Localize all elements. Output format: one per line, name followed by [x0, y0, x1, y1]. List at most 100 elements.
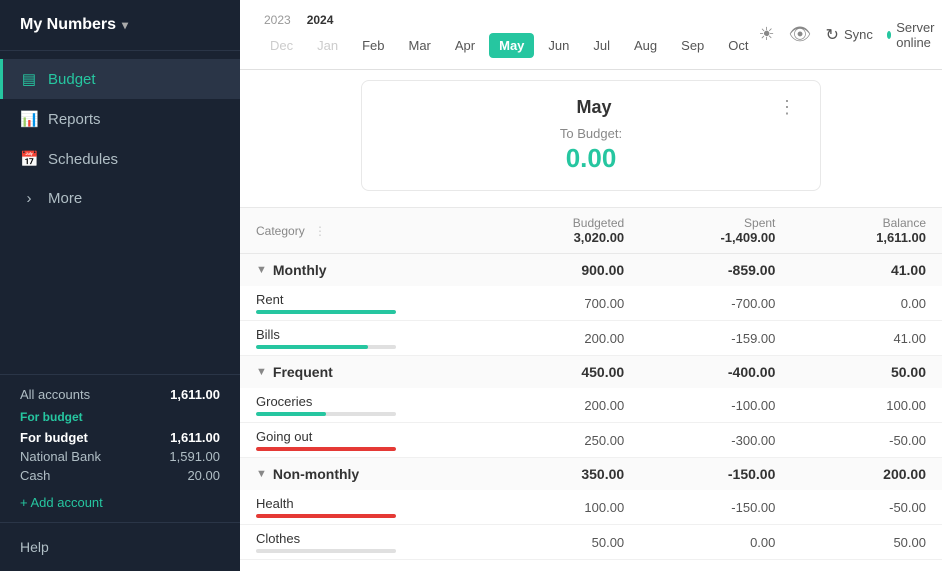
account-row-cash[interactable]: Cash 20.00 [20, 466, 220, 485]
group-budgeted-non-monthly: 350.00 [489, 458, 640, 491]
category-name: Clothes [256, 531, 473, 546]
month-tab-aug[interactable]: Aug [624, 33, 667, 58]
for-budget-label: For budget [20, 410, 220, 424]
server-status-dot [887, 31, 891, 39]
month-tab-may[interactable]: May [489, 33, 534, 58]
col-header-spent: Spent -1,409.00 [640, 208, 791, 254]
group-row-frequent[interactable]: ▼ Frequent 450.00 -400.00 50.00 [240, 356, 942, 389]
reports-icon: 📊 [20, 110, 38, 128]
group-label-non-monthly: Non-monthly [273, 466, 359, 482]
sidebar-item-reports[interactable]: 📊 Reports [0, 99, 240, 139]
col-header-category: Category ⋮ [240, 208, 489, 254]
progress-bar-fill [256, 412, 326, 416]
group-toggle-frequent[interactable]: ▼ [256, 366, 267, 378]
category-budgeted: 700.00 [489, 286, 640, 321]
sidebar-nav: ▤ Budget 📊 Reports 📅 Schedules › More [0, 51, 240, 374]
group-label-monthly: Monthly [273, 262, 327, 278]
sidebar-item-more[interactable]: › More [0, 179, 240, 218]
group-row-monthly[interactable]: ▼ Monthly 900.00 -859.00 41.00 [240, 254, 942, 287]
category-name: Going out [256, 429, 473, 444]
topbar-right: ☀ 👁 ↻ Sync Server online [759, 20, 939, 50]
sync-label: Sync [844, 27, 873, 42]
accounts-header: All accounts 1,611.00 [20, 387, 220, 402]
category-spent: -700.00 [640, 286, 791, 321]
month-tab-oct[interactable]: Oct [718, 33, 758, 58]
year-tabs: 2023 2024 [260, 11, 759, 29]
add-account-button[interactable]: + Add account [20, 495, 220, 510]
progress-bar [256, 412, 396, 416]
budget-icon: ▤ [20, 70, 38, 88]
category-cell-rent: Rent [240, 286, 489, 321]
category-budgeted: 50.00 [489, 525, 640, 560]
settings-icon[interactable]: ☀ [759, 24, 775, 45]
category-spent: -159.00 [640, 321, 791, 356]
category-budgeted: 200.00 [489, 388, 640, 423]
sidebar-item-budget-label: Budget [48, 71, 96, 88]
month-tab-jun[interactable]: Jun [538, 33, 579, 58]
help-link[interactable]: Help [20, 539, 49, 555]
category-cell-clothes: Clothes [240, 525, 489, 560]
category-balance: 41.00 [791, 321, 942, 356]
category-row-bills[interactable]: Bills 200.00 -159.00 41.00 [240, 321, 942, 356]
col-spent-total: -1,409.00 [656, 230, 775, 245]
may-card-menu-icon[interactable]: ⋮ [778, 97, 796, 118]
main-content: 2023 2024 Dec Jan Feb Mar Apr May Jun Ju… [240, 0, 942, 571]
for-budget-row-total: 1,611.00 [170, 430, 220, 445]
may-card-budget-value: 0.00 [566, 143, 617, 174]
category-balance: -50.00 [791, 423, 942, 458]
group-row-non-monthly[interactable]: ▼ Non-monthly 350.00 -150.00 200.00 [240, 458, 942, 491]
category-options-icon[interactable]: ⋮ [314, 224, 326, 238]
progress-bar-fill [256, 310, 396, 314]
category-budgeted: 100.00 [489, 490, 640, 525]
app-name-label: My Numbers [20, 16, 116, 34]
for-budget-row: For budget 1,611.00 [20, 428, 220, 447]
group-spent-monthly: -859.00 [640, 254, 791, 287]
col-budgeted-label: Budgeted [573, 216, 624, 230]
sidebar-item-budget[interactable]: ▤ Budget [0, 59, 240, 99]
schedules-icon: 📅 [20, 150, 38, 168]
category-cell-going-out: Going out [240, 423, 489, 458]
col-header-balance: Balance 1,611.00 [791, 208, 942, 254]
category-row-groceries[interactable]: Groceries 200.00 -100.00 100.00 [240, 388, 942, 423]
budget-table-container: Category ⋮ Budgeted 3,020.00 Spent -1,40… [240, 208, 942, 571]
year-tab-2023[interactable]: 2023 [260, 11, 295, 29]
group-balance-non-monthly: 200.00 [791, 458, 942, 491]
category-row-clothes[interactable]: Clothes 50.00 0.00 50.00 [240, 525, 942, 560]
category-row-rent[interactable]: Rent 700.00 -700.00 0.00 [240, 286, 942, 321]
category-budgeted: 250.00 [489, 423, 640, 458]
may-card: May ⋮ To Budget: 0.00 [361, 80, 821, 191]
category-row-going-out[interactable]: Going out 250.00 -300.00 -50.00 [240, 423, 942, 458]
account-row-national-bank[interactable]: National Bank 1,591.00 [20, 447, 220, 466]
month-tab-feb[interactable]: Feb [352, 33, 394, 58]
month-tab-jan: Jan [307, 33, 348, 58]
group-toggle-monthly[interactable]: ▼ [256, 264, 267, 276]
year-tab-2024[interactable]: 2024 [303, 11, 338, 29]
month-tab-apr[interactable]: Apr [445, 33, 485, 58]
category-spent: -150.00 [640, 490, 791, 525]
month-tab-sep[interactable]: Sep [671, 33, 714, 58]
category-row-health[interactable]: Health 100.00 -150.00 -50.00 [240, 490, 942, 525]
col-category-label: Category [256, 224, 305, 238]
server-status-label: Server online [896, 20, 938, 50]
category-cell-bills: Bills [240, 321, 489, 356]
month-tab-mar[interactable]: Mar [399, 33, 441, 58]
category-spent: 0.00 [640, 525, 791, 560]
more-icon: › [20, 190, 38, 207]
group-toggle-non-monthly[interactable]: ▼ [256, 468, 267, 480]
budget-table-header: Category ⋮ Budgeted 3,020.00 Spent -1,40… [240, 208, 942, 254]
sidebar-item-schedules[interactable]: 📅 Schedules [0, 139, 240, 179]
may-card-container: May ⋮ To Budget: 0.00 [240, 70, 942, 208]
topbar: 2023 2024 Dec Jan Feb Mar Apr May Jun Ju… [240, 0, 942, 70]
sidebar: My Numbers ▾ ▤ Budget 📊 Reports 📅 Schedu… [0, 0, 240, 571]
month-tab-jul[interactable]: Jul [583, 33, 620, 58]
app-name[interactable]: My Numbers ▾ [20, 16, 220, 34]
accounts-title: All accounts [20, 387, 90, 402]
group-budgeted-monthly: 900.00 [489, 254, 640, 287]
sync-button[interactable]: ↻ Sync [826, 25, 873, 45]
category-balance: 100.00 [791, 388, 942, 423]
add-account-label: + Add account [20, 495, 103, 510]
accounts-total: 1,611.00 [170, 387, 220, 402]
sidebar-item-more-label: More [48, 190, 82, 207]
category-spent: -300.00 [640, 423, 791, 458]
eye-icon[interactable]: 👁 [789, 24, 812, 45]
